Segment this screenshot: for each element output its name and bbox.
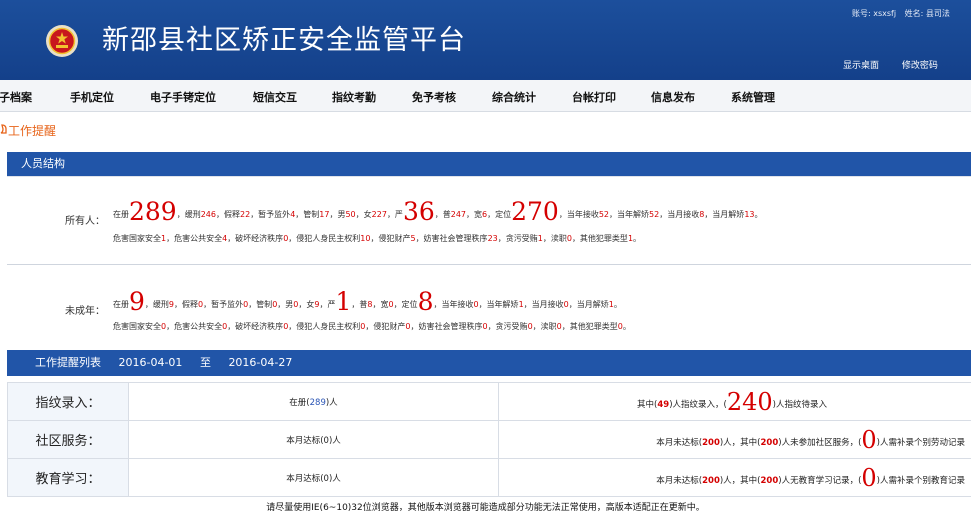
personnel-structure-heading: 人员结构 bbox=[21, 157, 65, 170]
minor-stats: 在册9，缓刑9，假释0，暂予监外0，管制0，男0，女9，严1，普8，宽0，定位8… bbox=[113, 287, 622, 316]
nav-item-sms[interactable]: 短信交互 bbox=[253, 89, 297, 105]
browser-notice: 请尽量使用IE(6~10)32位浏览器，其他版本浏览器可能造成部分功能无法正常使… bbox=[0, 500, 971, 516]
account-label: 账号: xsxsfj bbox=[852, 9, 897, 18]
fingerprint-detail: 其中(49)人指纹录入，(240)人指纹待录入 bbox=[498, 382, 971, 421]
bell-icon bbox=[0, 124, 7, 134]
table-row: 教育学习： 本月达标(0)人 本月未达标(200)人，其中(200)人无教育学习… bbox=[7, 458, 971, 497]
account-info: 账号: xsxsfj 姓名: 县司法 bbox=[852, 8, 956, 19]
all-people-stats: 在册289，缓刑246，假释22，暂予监外4，管制17，男50，女227，严36… bbox=[113, 197, 763, 226]
national-emblem-icon bbox=[46, 25, 78, 57]
education-detail: 本月未达标(200)人，其中(200)人无教育学习记录，(0)人需补录个别教育记… bbox=[498, 458, 971, 497]
personnel-minor-section: 未成年： 在册9，缓刑9，假释0，暂予监外0，管制0，男0，女9，严1，普8，宽… bbox=[7, 264, 971, 349]
change-password-link[interactable]: 修改密码 bbox=[902, 61, 938, 71]
nav-item-handcuff-location[interactable]: 电子手铐定位 bbox=[150, 89, 216, 105]
show-desktop-link[interactable]: 显示桌面 bbox=[843, 61, 879, 71]
work-reminder-title: 工作提醒 bbox=[0, 122, 56, 139]
main-nav: 子档案 手机定位 电子手铐定位 短信交互 指纹考勤 免予考核 综合统计 台帐打印… bbox=[0, 80, 971, 112]
minor-label: 未成年： bbox=[65, 306, 105, 317]
nav-item-publish[interactable]: 信息发布 bbox=[651, 89, 695, 105]
row-label-community-service: 社区服务： bbox=[7, 420, 129, 459]
table-row: 指纹录入： 在册(289)人 其中(49)人指纹录入，(240)人指纹待录入 bbox=[7, 382, 971, 421]
nav-item-fingerprint[interactable]: 指纹考勤 bbox=[332, 89, 376, 105]
platform-title: 新邵县社区矫正安全监管平台 bbox=[102, 25, 466, 56]
community-service-met: 本月达标(0)人 bbox=[128, 420, 499, 459]
personnel-all-section: 所有人： 在册289，缓刑246，假释22，暂予监外4，管制17，男50，女22… bbox=[7, 176, 971, 263]
row-label-fingerprint: 指纹录入： bbox=[7, 382, 129, 421]
all-people-label: 所有人： bbox=[65, 216, 105, 227]
nav-item-system[interactable]: 系统管理 bbox=[731, 89, 775, 105]
worklist-bar: 工作提醒列表 2016-04-01 至 2016-04-27 bbox=[7, 350, 971, 376]
row-label-education: 教育学习： bbox=[7, 458, 129, 497]
nav-item-phone-location[interactable]: 手机定位 bbox=[70, 89, 114, 105]
header-links: 显示桌面 修改密码 bbox=[843, 58, 958, 71]
table-row: 社区服务： 本月达标(0)人 本月未达标(200)人，其中(200)人未参加社区… bbox=[7, 420, 971, 459]
worklist-table: 指纹录入： 在册(289)人 其中(49)人指纹录入，(240)人指纹待录入 社… bbox=[7, 382, 971, 497]
community-service-detail: 本月未达标(200)人，其中(200)人未参加社区服务，(0)人需补录个别劳动记… bbox=[498, 420, 971, 459]
nav-item-archive[interactable]: 子档案 bbox=[0, 89, 32, 105]
nav-item-ledger-print[interactable]: 台帐打印 bbox=[572, 89, 616, 105]
minor-crime-type-stats: 危害国家安全0，危害公共安全0，破坏经济秩序0，侵犯人身民主权利0，侵犯财产0，… bbox=[113, 322, 631, 331]
education-met: 本月达标(0)人 bbox=[128, 458, 499, 497]
personnel-structure-bar: 人员结构 bbox=[7, 152, 971, 176]
fingerprint-registered: 在册(289)人 bbox=[128, 382, 499, 421]
user-name-label: 姓名: 县司法 bbox=[904, 9, 950, 18]
header-banner: 新邵县社区矫正安全监管平台 账号: xsxsfj 姓名: 县司法 显示桌面 修改… bbox=[0, 0, 971, 80]
work-reminder-label: 工作提醒 bbox=[8, 124, 57, 138]
worklist-heading: 工作提醒列表 2016-04-01 至 2016-04-27 bbox=[35, 356, 293, 369]
all-crime-type-stats: 危害国家安全1，危害公共安全4，破坏经济秩序0，侵犯人身民主权利10，侵犯财产5… bbox=[113, 234, 642, 243]
nav-item-statistics[interactable]: 综合统计 bbox=[492, 89, 536, 105]
nav-item-exempt[interactable]: 免予考核 bbox=[412, 89, 456, 105]
